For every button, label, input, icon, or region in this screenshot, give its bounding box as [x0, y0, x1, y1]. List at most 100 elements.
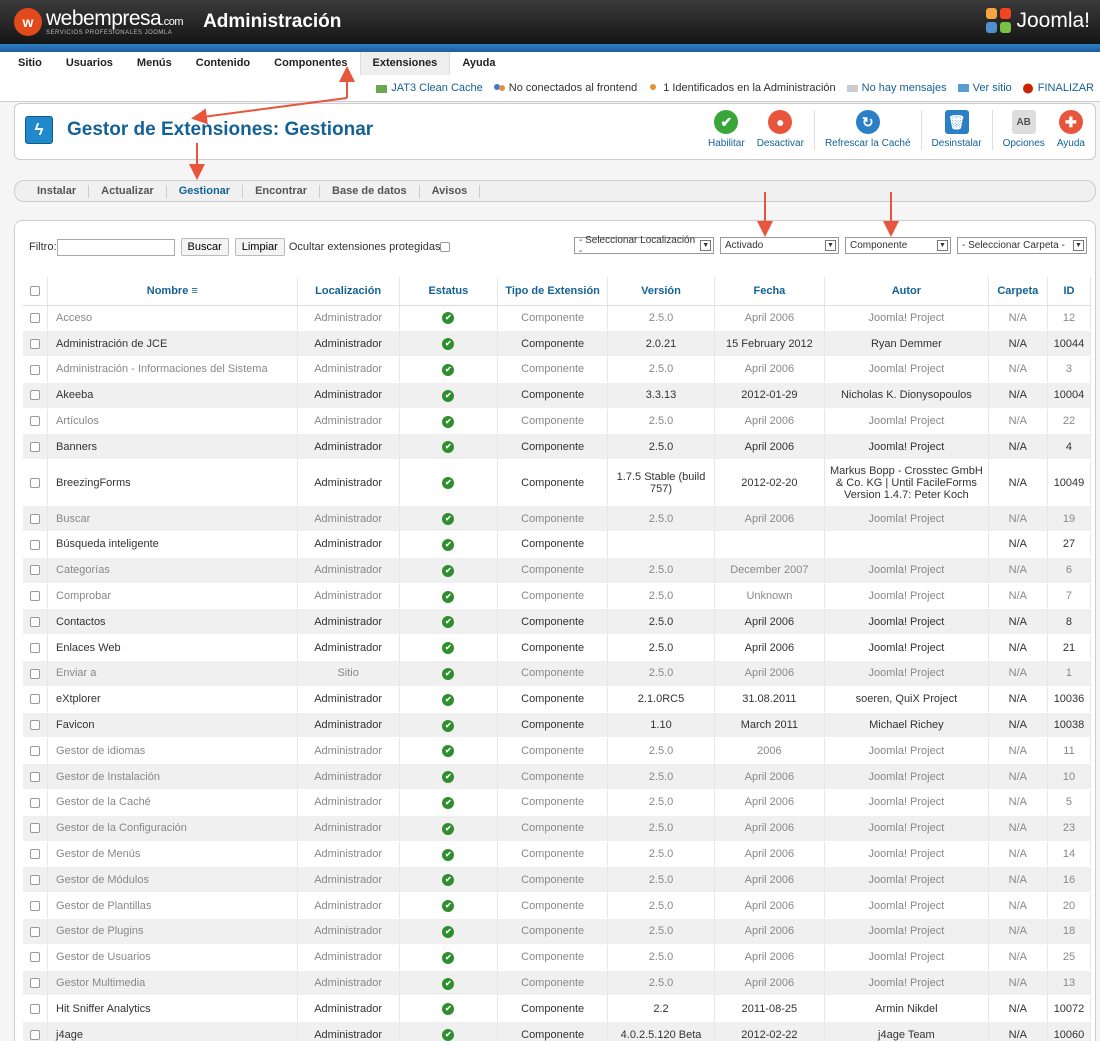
menu-item-contenido[interactable]: Contenido [184, 52, 262, 75]
column-header[interactable]: Fecha [714, 277, 826, 306]
view-site-link[interactable]: Ver sitio [957, 82, 1012, 94]
cell-name[interactable]: Buscar [47, 505, 298, 533]
subtab-3[interactable]: Encontrar [243, 184, 321, 198]
table-row[interactable]: Favicon Administrador ✔ Componente 1.10 March… [23, 712, 1092, 739]
options-button[interactable]: AB Opciones [997, 110, 1051, 149]
subtab-2[interactable]: Gestionar [167, 184, 244, 198]
search-button[interactable]: Buscar [180, 238, 229, 256]
cell-name[interactable]: Contactos [47, 608, 298, 636]
subtab-1[interactable]: Actualizar [89, 184, 167, 198]
enabled-check-icon[interactable]: ✔ [442, 951, 455, 964]
table-row[interactable]: Administración de JCE Administrador ✔ Compo… [23, 330, 1092, 358]
column-header[interactable]: Estatus [399, 277, 498, 306]
cell-name[interactable]: Administración - Informaciones del Siste… [47, 356, 298, 383]
menu-item-ayuda[interactable]: Ayuda [450, 52, 507, 75]
enabled-check-icon[interactable]: ✔ [442, 477, 455, 490]
row-checkbox[interactable] [30, 338, 41, 349]
cell-name[interactable]: Acceso [47, 305, 298, 332]
disable-button[interactable]: ● Desactivar [751, 110, 810, 149]
table-row[interactable]: Búsqueda inteligente Administrador ✔ Compon… [23, 531, 1092, 558]
enabled-check-icon[interactable]: ✔ [442, 513, 455, 526]
clean-cache-link[interactable]: JAT3 Clean Cache [375, 82, 483, 94]
row-checkbox[interactable] [30, 823, 41, 834]
row-checkbox[interactable] [30, 539, 41, 550]
table-row[interactable]: eXtplorer Administrador ✔ Componente 2.1.0RC… [23, 686, 1092, 713]
subtab-0[interactable]: Instalar [25, 184, 90, 198]
row-checkbox[interactable] [30, 441, 41, 452]
table-row[interactable]: Enlaces Web Administrador ✔ Componente 2.5.0… [23, 634, 1092, 662]
table-row[interactable]: Administración - Informaciones del Siste… [23, 356, 1092, 383]
row-checkbox[interactable] [30, 1003, 41, 1014]
row-checkbox[interactable] [30, 565, 41, 576]
row-checkbox[interactable] [30, 849, 41, 860]
cell-name[interactable]: Banners [47, 433, 298, 461]
cell-name[interactable]: Gestor de Instalación [47, 763, 298, 791]
table-row[interactable]: Gestor de Instalación Administrador ✔ Compo… [23, 763, 1092, 791]
table-row[interactable]: Gestor de Plugins Administrador ✔ Component… [23, 918, 1092, 945]
table-row[interactable]: BreezingForms Administrador ✔ Componente 1.7… [23, 459, 1092, 507]
table-row[interactable]: Artículos Administrador ✔ Componente 2.5.0 Ap… [23, 408, 1092, 435]
row-checkbox[interactable] [30, 978, 41, 989]
help-button[interactable]: ✚ Ayuda [1051, 110, 1091, 149]
table-row[interactable]: Hit Sniffer Analytics Administrador ✔ Compo… [23, 995, 1092, 1023]
row-checkbox[interactable] [30, 900, 41, 911]
filter-input[interactable] [56, 238, 175, 256]
cell-name[interactable]: Administración de JCE [47, 330, 298, 358]
cell-name[interactable]: Gestor de Usuarios [47, 944, 298, 971]
location-select[interactable]: - Seleccionar Localización - ▼ [574, 235, 714, 257]
enabled-check-icon[interactable]: ✔ [442, 925, 455, 938]
cell-name[interactable]: Comprobar [47, 583, 298, 610]
cell-name[interactable]: Gestor de Menús [47, 841, 298, 868]
cell-name[interactable]: Gestor de la Configuración [47, 815, 298, 842]
row-checkbox[interactable] [30, 364, 41, 375]
row-checkbox[interactable] [30, 720, 41, 731]
cell-name[interactable]: BreezingForms [47, 459, 298, 507]
cell-name[interactable]: Favicon [47, 712, 298, 739]
enabled-check-icon[interactable]: ✔ [442, 1029, 455, 1041]
cell-name[interactable]: Artículos [47, 408, 298, 435]
enabled-check-icon[interactable]: ✔ [442, 312, 455, 325]
table-row[interactable]: Banners Administrador ✔ Componente 2.5.0 Apri… [23, 433, 1092, 461]
cell-name[interactable]: Hit Sniffer Analytics [47, 995, 298, 1023]
cell-name[interactable]: Akeeba [47, 382, 298, 409]
cell-name[interactable]: Gestor de Plugins [47, 918, 298, 945]
table-row[interactable]: Gestor de la Caché Administrador ✔ Componen… [23, 789, 1092, 816]
menu-item-menús[interactable]: Menús [125, 52, 184, 75]
select-all-checkbox[interactable] [30, 285, 41, 296]
column-header[interactable]: Nombre ≡ [47, 277, 298, 306]
row-checkbox[interactable] [30, 874, 41, 885]
row-checkbox[interactable] [30, 771, 41, 782]
cell-name[interactable]: Gestor de idiomas [47, 737, 298, 765]
enabled-check-icon[interactable]: ✔ [442, 848, 455, 861]
row-checkbox[interactable] [30, 1029, 41, 1040]
table-row[interactable]: Gestor de Módulos Administrador ✔ Component… [23, 866, 1092, 894]
table-row[interactable]: Contactos Administrador ✔ Componente 2.5.0 Ap… [23, 608, 1092, 636]
enabled-check-icon[interactable]: ✔ [442, 745, 455, 758]
row-checkbox[interactable] [30, 477, 41, 488]
cell-name[interactable]: Gestor de la Caché [47, 789, 298, 816]
column-header[interactable]: Tipo de Extensión [497, 277, 609, 306]
menu-item-extensiones[interactable]: Extensiones [359, 52, 451, 75]
cell-name[interactable]: Gestor de Módulos [47, 866, 298, 894]
row-checkbox[interactable] [30, 312, 41, 323]
table-row[interactable]: Akeeba Administrador ✔ Componente 3.3.13 2012… [23, 382, 1092, 409]
refresh-cache-button[interactable]: ↻ Refrescar la Caché [819, 110, 917, 149]
cell-name[interactable]: Categorías [47, 557, 298, 584]
table-row[interactable]: Gestor Multimedia Administrador ✔ Component… [23, 970, 1092, 997]
enabled-check-icon[interactable]: ✔ [442, 1003, 455, 1016]
table-row[interactable]: Gestor de idiomas Administrador ✔ Component… [23, 737, 1092, 765]
enabled-check-icon[interactable]: ✔ [442, 590, 455, 603]
table-row[interactable]: Gestor de Menús Administrador ✔ Componente 2… [23, 841, 1092, 868]
type-select[interactable]: Componente ▼ [845, 237, 951, 254]
enable-button[interactable]: ✔ Habilitar [702, 110, 751, 149]
row-checkbox[interactable] [30, 591, 41, 602]
messages-link[interactable]: No hay mensajes [846, 82, 947, 94]
cell-name[interactable]: Gestor Multimedia [47, 970, 298, 997]
state-select[interactable]: Activado ▼ [720, 237, 839, 254]
table-row[interactable]: Buscar Administrador ✔ Componente 2.5.0 April… [23, 505, 1092, 533]
enabled-check-icon[interactable]: ✔ [442, 874, 455, 887]
table-row[interactable]: Gestor de la Configuración Administrador ✔… [23, 815, 1092, 842]
menu-item-componentes[interactable]: Componentes [262, 52, 359, 75]
uninstall-button[interactable]: 🗑 Desinstalar [926, 110, 988, 149]
table-row[interactable]: Comprobar Administrador ✔ Componente 2.5.0 Un… [23, 583, 1092, 610]
